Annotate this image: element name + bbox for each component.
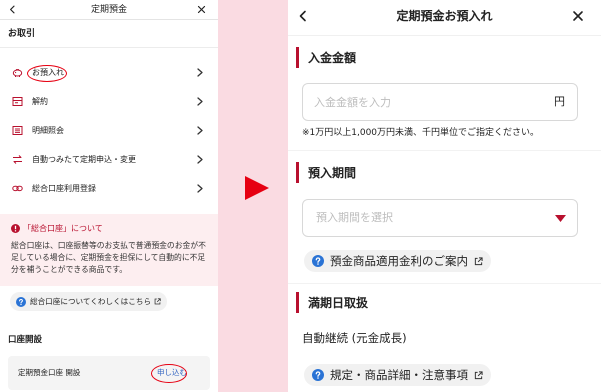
- terms-details-link[interactable]: 規定・商品詳細・注意事項: [304, 364, 491, 386]
- interest-rate-info-link[interactable]: 預金商品適用金利のご案内: [304, 250, 491, 272]
- divider: [288, 35, 601, 36]
- left-header: 定期預金: [0, 0, 218, 20]
- account-open-label: 定期預金口座 開設: [18, 368, 81, 377]
- amount-heading: 入金金額: [308, 51, 357, 65]
- link-icon: [12, 185, 23, 192]
- left-screen-deposit-menu: 定期預金 お取引 お預入れ 解約 明細照会 自動つみたて定期申込・変更 総合口座…: [0, 0, 218, 392]
- external-link-icon: [474, 370, 483, 379]
- menu-item-label: 明細照会: [32, 126, 64, 135]
- notice-body: 総合口座は、口座振替等のお支払で普通預金のお金が不足している場合に、定期預金を担…: [11, 241, 206, 274]
- exclamation-icon: [11, 224, 20, 233]
- close-button[interactable]: [572, 10, 584, 22]
- menu-item-general-account[interactable]: 総合口座利用登録: [0, 174, 218, 203]
- divider: [288, 150, 601, 151]
- menu-item-deposit[interactable]: お預入れ: [0, 58, 218, 87]
- chevron-left-icon: [10, 5, 15, 14]
- close-icon: [573, 11, 583, 21]
- section-accent-bar: [296, 47, 299, 68]
- term-select[interactable]: 預入期間を選択: [302, 199, 578, 237]
- chevron-right-icon: [197, 68, 203, 77]
- menu-item-statement[interactable]: 明細照会: [0, 116, 218, 145]
- term-heading: 預入期間: [308, 166, 357, 180]
- statement-icon: [12, 126, 23, 135]
- back-button[interactable]: [8, 5, 17, 14]
- term-select-placeholder: 預入期間を選択: [316, 211, 393, 224]
- amount-input[interactable]: [303, 84, 543, 120]
- help-icon: [312, 369, 324, 381]
- section-accent-bar: [296, 162, 299, 183]
- withdraw-icon: [12, 97, 23, 106]
- menu-item-auto-saving[interactable]: 自動つみたて定期申込・変更: [0, 145, 218, 174]
- right-screen-deposit-form: 定期預金お預入れ 入金金額 円 ※1万円以上1,000万円未満、千円単位でご指定…: [288, 0, 601, 392]
- amount-note: ※1万円以上1,000万円未満、千円単位でご指定ください。: [302, 128, 540, 138]
- terms-details-label: 規定・商品詳細・注意事項: [330, 368, 468, 382]
- highlight-circle: [27, 65, 67, 82]
- arrow-right-icon: [245, 176, 269, 200]
- help-icon: [16, 296, 26, 307]
- menu-item-label: 解約: [32, 97, 48, 106]
- notice-box: 「総合口座」について 総合口座は、口座振替等のお支払で普通預金のお金が不足してい…: [0, 214, 218, 286]
- divider: [0, 47, 218, 48]
- menu-item-label: 総合口座利用登録: [32, 184, 96, 193]
- general-account-info-link[interactable]: 総合口座についてくわしくはこちら: [10, 292, 168, 311]
- maturity-value: 自動継続 (元金成長): [302, 331, 407, 345]
- amount-field: 円: [302, 83, 578, 121]
- menu-item-label: 自動つみたて定期申込・変更: [32, 155, 136, 164]
- chevron-right-icon: [197, 126, 203, 135]
- back-button[interactable]: [297, 10, 309, 22]
- transactions-heading: お取引: [8, 29, 36, 39]
- amount-unit: 円: [554, 95, 565, 108]
- highlight-circle: [151, 364, 187, 383]
- exchange-arrows-icon: [13, 155, 22, 164]
- close-button[interactable]: [197, 5, 206, 14]
- external-link-icon: [154, 298, 161, 305]
- chevron-left-icon: [299, 10, 306, 22]
- chevron-right-icon: [197, 155, 203, 164]
- chevron-right-icon: [197, 97, 203, 106]
- external-link-icon: [474, 256, 483, 265]
- transition-background: [218, 0, 288, 392]
- account-opening-heading: 口座開設: [8, 335, 43, 345]
- menu-item-withdraw[interactable]: 解約: [0, 87, 218, 116]
- general-account-info-link-label: 総合口座についてくわしくはこちら: [30, 297, 152, 306]
- left-page-title: 定期預金: [90, 5, 127, 15]
- dropdown-triangle-icon: [555, 215, 566, 222]
- help-icon: [312, 255, 324, 267]
- deposit-icon: [12, 69, 23, 77]
- divider: [288, 283, 601, 284]
- maturity-heading: 満期日取扱: [308, 296, 369, 310]
- account-open-card: 定期預金口座 開設 申し込む: [8, 356, 210, 390]
- close-icon: [197, 5, 206, 14]
- notice-title: 「総合口座」について: [23, 224, 103, 233]
- section-accent-bar: [296, 292, 299, 313]
- interest-rate-info-label: 預金商品適用金利のご案内: [330, 254, 468, 268]
- chevron-right-icon: [197, 184, 203, 193]
- page-title: 定期預金お預入れ: [396, 9, 493, 23]
